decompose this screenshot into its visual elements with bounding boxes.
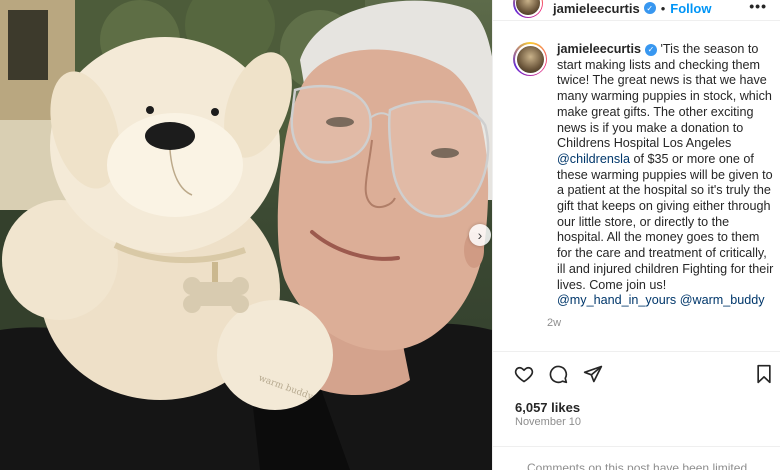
comments-limited-notice: Comments on this post have been limited. bbox=[527, 461, 751, 470]
next-slide-button[interactable]: › bbox=[469, 224, 491, 246]
photo-illustration: warm buddy bbox=[0, 0, 492, 470]
verified-badge-icon: ✓ bbox=[643, 2, 656, 14]
post-date: November 10 bbox=[515, 416, 582, 428]
header-username[interactable]: jamieleecurtis bbox=[553, 1, 640, 16]
caption-username[interactable]: jamieleecurtis bbox=[557, 42, 641, 56]
post-actions bbox=[514, 364, 774, 386]
heart-icon[interactable] bbox=[514, 364, 534, 384]
post-header: jamieleecurtis ✓ • Follow ••• bbox=[493, 0, 780, 21]
caption-time-ago[interactable]: 2w bbox=[547, 317, 777, 329]
post-side-panel: jamieleecurtis ✓ • Follow ••• jamieleecu… bbox=[492, 0, 780, 470]
header-avatar[interactable] bbox=[513, 0, 543, 18]
bookmark-icon[interactable] bbox=[754, 364, 774, 384]
caption-text: jamieleecurtis ✓ 'Tis the season to start… bbox=[557, 42, 777, 309]
caption-avatar[interactable] bbox=[513, 42, 547, 76]
comment-icon[interactable] bbox=[548, 364, 568, 384]
avatar-image bbox=[516, 0, 540, 15]
separator-dot: • bbox=[660, 0, 666, 16]
likes-count[interactable]: 6,057 likes bbox=[515, 400, 580, 415]
mention-link[interactable]: @childrensla bbox=[557, 152, 630, 166]
follow-button[interactable]: Follow bbox=[670, 1, 711, 16]
caption-text-part: 'Tis the season to start making lists an… bbox=[557, 42, 772, 151]
more-options-icon[interactable]: ••• bbox=[749, 0, 767, 14]
share-icon[interactable] bbox=[583, 364, 603, 384]
caption-text-part: of $35 or more one of these warming pupp… bbox=[557, 151, 774, 292]
divider bbox=[493, 351, 780, 352]
verified-badge-icon: ✓ bbox=[645, 43, 658, 56]
post-photo: warm buddy › bbox=[0, 0, 492, 470]
avatar-image bbox=[516, 45, 544, 73]
mention-link[interactable]: @my_hand_in_yours bbox=[557, 293, 676, 307]
divider bbox=[493, 446, 780, 447]
mention-link[interactable]: @warm_buddy bbox=[680, 293, 765, 307]
chevron-right-icon: › bbox=[477, 227, 483, 243]
caption-block: jamieleecurtis ✓ 'Tis the season to start… bbox=[513, 42, 775, 329]
